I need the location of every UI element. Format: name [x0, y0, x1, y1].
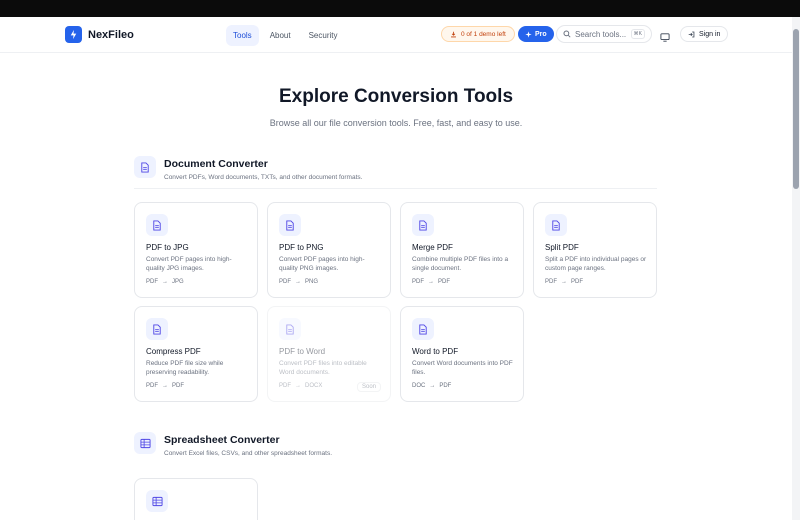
- format-to: PDF: [172, 383, 184, 389]
- search-input[interactable]: Search tools...: [575, 30, 627, 39]
- tool-title: PDF to PNG: [279, 243, 324, 252]
- document-icon: [412, 318, 434, 340]
- arrow-right-icon: →: [428, 279, 434, 285]
- nav-tools[interactable]: Tools: [226, 25, 259, 46]
- tool-desc: Reduce PDF file size while preserving re…: [146, 360, 224, 376]
- document-icon: [279, 214, 301, 236]
- format-to: PNG: [305, 279, 319, 285]
- site-header: NexFileo Tools About Security 0 of 1 dem…: [0, 17, 792, 53]
- tool-desc: Split a PDF into individual pages or cus…: [545, 256, 647, 272]
- search-box[interactable]: Search tools... ⌘K: [556, 25, 652, 43]
- arrow-right-icon: →: [162, 383, 168, 389]
- tool-title: Split PDF: [545, 243, 579, 252]
- tool-formats: PDF → PDF: [146, 383, 184, 389]
- section-title: Spreadsheet Converter: [164, 434, 280, 446]
- document-icon: [146, 214, 168, 236]
- format-to: PDF: [439, 383, 452, 389]
- sign-in-button[interactable]: Sign in: [680, 26, 729, 42]
- arrow-right-icon: →: [429, 383, 436, 389]
- format-from: PDF: [545, 279, 557, 285]
- tool-card-pdf-to-word: PDF to Word Convert PDF files into edita…: [267, 306, 391, 402]
- page-title: Explore Conversion Tools: [278, 86, 514, 107]
- spreadsheet-icon: [134, 432, 156, 454]
- tool-formats: PDF → JPG: [146, 279, 184, 285]
- tool-title: PDF to Word: [279, 347, 326, 356]
- document-icon: [412, 214, 434, 236]
- format-from: PDF: [279, 279, 291, 285]
- tool-formats: DOC → PDF: [412, 383, 451, 389]
- coming-soon-badge: Soon: [356, 382, 381, 392]
- section-title: Document Converter: [164, 158, 268, 170]
- browser-top-bar: [0, 0, 800, 17]
- tool-card-compress-pdf[interactable]: Compress PDF Reduce PDF file size while …: [134, 306, 258, 402]
- spreadsheet-icon: [146, 490, 168, 512]
- brand-logo[interactable]: NexFileo: [65, 26, 134, 43]
- document-icon: [545, 214, 567, 236]
- scrollbar-thumb[interactable]: [793, 29, 799, 189]
- document-icon: [134, 156, 156, 178]
- demo-usage-badge[interactable]: 0 of 1 demo left: [441, 26, 515, 42]
- format-to: PDF: [438, 279, 450, 285]
- tool-desc: Convert PDF pages into high-quality PNG …: [279, 256, 365, 272]
- tool-title: Word to PDF: [412, 347, 459, 356]
- section-divider: [134, 188, 657, 189]
- pro-label: Pro: [535, 30, 547, 38]
- brand-name: NexFileo: [88, 28, 134, 41]
- search-icon: [563, 30, 571, 38]
- tool-desc: Convert PDF files into editable Word doc…: [279, 360, 367, 376]
- format-to: PDF: [571, 279, 583, 285]
- tool-card-spreadsheet-partial[interactable]: [134, 478, 258, 520]
- tool-desc: Convert Word documents into PDF files.: [412, 360, 513, 376]
- tool-card-pdf-to-jpg[interactable]: PDF to JPG Convert PDF pages into high-q…: [134, 202, 258, 298]
- arrow-right-icon: →: [162, 279, 168, 285]
- arrow-right-icon: →: [295, 383, 301, 389]
- section-desc: Convert PDFs, Word documents, TXTs, and …: [164, 174, 363, 181]
- format-from: DOC: [412, 383, 426, 389]
- format-from: PDF: [146, 383, 158, 389]
- tool-title: PDF to JPG: [146, 243, 189, 252]
- section-document-converter: Document Converter Convert PDFs, Word do…: [134, 156, 362, 181]
- section-spreadsheet-converter: Spreadsheet Converter Convert Excel file…: [134, 432, 332, 457]
- format-from: PDF: [279, 383, 291, 389]
- sparkle-icon: [525, 30, 532, 38]
- nav-about[interactable]: About: [263, 25, 298, 46]
- tool-formats: PDF → PNG: [279, 279, 318, 285]
- tool-title: Merge PDF: [412, 243, 453, 252]
- format-from: PDF: [412, 279, 424, 285]
- demo-usage-text: 0 of 1 demo left: [461, 30, 506, 38]
- search-shortcut: ⌘K: [630, 29, 645, 39]
- document-icon: [146, 318, 168, 340]
- sign-in-label: Sign in: [699, 30, 721, 38]
- tool-card-pdf-to-png[interactable]: PDF to PNG Convert PDF pages into high-q…: [267, 202, 391, 298]
- format-to: DOCX: [305, 383, 323, 389]
- format-from: PDF: [146, 279, 158, 285]
- main-nav: Tools About Security: [226, 25, 345, 46]
- page-subtitle: Browse all our file conversion tools. Fr…: [269, 118, 523, 128]
- document-icon: [279, 318, 301, 340]
- login-icon: [688, 31, 695, 37]
- tool-card-word-to-pdf[interactable]: Word to PDF Convert Word documents into …: [400, 306, 524, 402]
- download-icon: [451, 31, 456, 37]
- monitor-icon[interactable]: [660, 29, 670, 47]
- page-scrollbar[interactable]: [792, 17, 800, 520]
- pro-button[interactable]: Pro: [518, 26, 554, 42]
- tool-formats: PDF → PDF: [545, 279, 583, 285]
- tool-desc: Combine multiple PDF files into a single…: [412, 256, 509, 272]
- tool-formats: PDF → DOCX: [279, 383, 322, 389]
- arrow-right-icon: →: [295, 279, 301, 285]
- nav-security[interactable]: Security: [302, 25, 345, 46]
- tool-card-split-pdf[interactable]: Split PDF Split a PDF into individual pa…: [533, 202, 657, 298]
- section-desc: Convert Excel files, CSVs, and other spr…: [164, 450, 332, 457]
- format-to: JPG: [172, 279, 184, 285]
- tool-desc: Convert PDF pages into high-quality JPG …: [146, 256, 232, 272]
- tool-card-merge-pdf[interactable]: Merge PDF Combine multiple PDF files int…: [400, 202, 524, 298]
- logo-bolt-icon: [65, 26, 82, 43]
- arrow-right-icon: →: [561, 279, 567, 285]
- tool-formats: PDF → PDF: [412, 279, 450, 285]
- tool-title: Compress PDF: [146, 347, 201, 356]
